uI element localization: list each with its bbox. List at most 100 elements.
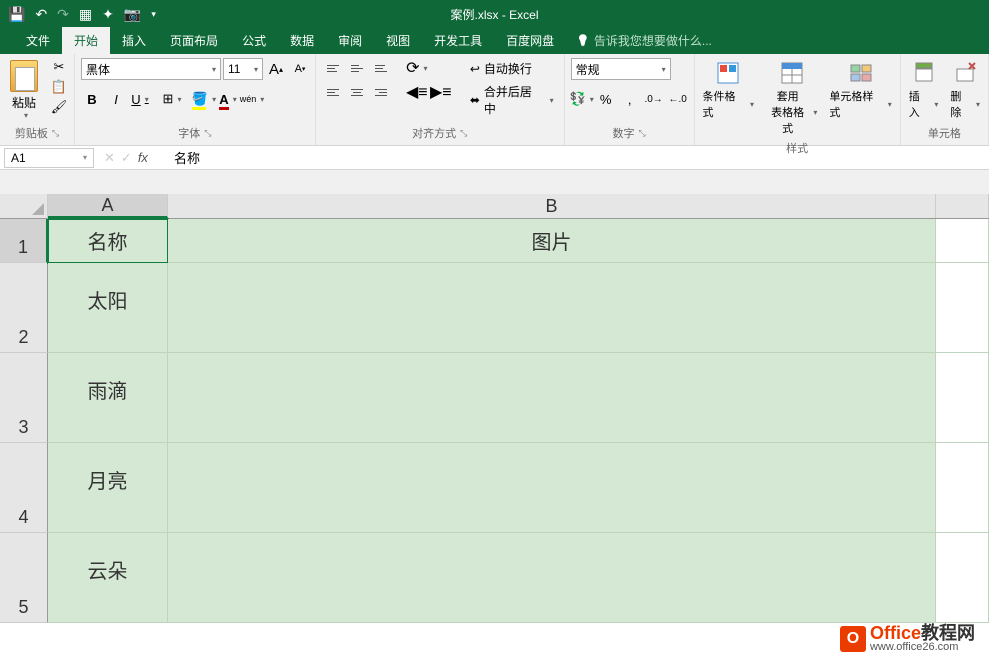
conditional-format-button[interactable]: 条件格式▾ <box>701 58 756 122</box>
increase-decimal-icon[interactable]: .0→ <box>643 88 665 110</box>
tab-view[interactable]: 视图 <box>374 27 422 54</box>
tab-formulas[interactable]: 公式 <box>230 27 278 54</box>
copy-icon[interactable]: 📋 <box>50 78 68 96</box>
name-box[interactable]: A1▾ <box>4 148 94 168</box>
cell-a3[interactable]: 雨滴 <box>48 353 168 443</box>
border-button[interactable]: ⊞▾ <box>161 88 183 110</box>
tab-insert[interactable]: 插入 <box>110 27 158 54</box>
align-middle-icon[interactable] <box>346 58 368 78</box>
qat-icon-1[interactable]: ▦ <box>79 6 92 23</box>
redo-icon[interactable]: ↷ <box>57 6 69 23</box>
align-top-icon[interactable] <box>322 58 344 78</box>
row-header-3[interactable]: 3 <box>0 353 48 443</box>
currency-icon[interactable]: 💱▾ <box>571 88 593 110</box>
select-all-button[interactable] <box>0 194 48 219</box>
bold-button[interactable]: B <box>81 88 103 110</box>
tab-baidu[interactable]: 百度网盘 <box>494 27 566 54</box>
align-left-icon[interactable] <box>322 82 344 102</box>
cell-b2[interactable] <box>168 263 936 353</box>
number-format-select[interactable]: 常规▾ <box>571 58 671 80</box>
cells-label: 单元格 <box>928 125 961 141</box>
font-label: 字体 <box>178 125 200 141</box>
launcher-icon[interactable]: ⤡ <box>52 128 59 139</box>
row-headers: 1 2 3 4 5 <box>0 219 48 623</box>
launcher-icon[interactable]: ⤡ <box>638 128 645 139</box>
merge-center-button[interactable]: ⬌合并后居中▾ <box>466 81 558 119</box>
office-logo-icon: O <box>840 626 866 652</box>
format-painter-icon[interactable]: 🖌 <box>50 98 68 116</box>
tell-me-box[interactable]: 告诉我您想要做什么... <box>566 27 722 54</box>
cell-b5[interactable] <box>168 533 936 623</box>
clipboard-label: 剪贴板 <box>15 125 48 141</box>
align-center-icon[interactable] <box>346 82 368 102</box>
align-right-icon[interactable] <box>370 82 392 102</box>
formula-input[interactable]: 名称 <box>166 148 989 167</box>
font-color-button[interactable]: A▾ <box>217 88 239 110</box>
cell-c1[interactable] <box>936 219 989 263</box>
wrap-text-button[interactable]: ↩自动换行 <box>466 58 558 79</box>
ribbon: 粘贴 ▾ ✂ 📋 🖌 剪贴板 ⤡ 黑体▾ 11▾ A▴ A▾ B I U▾ <box>0 54 989 146</box>
cell-a1[interactable]: 名称 <box>48 219 168 263</box>
insert-cells-button[interactable]: 插入▾ <box>907 58 941 122</box>
row-header-4[interactable]: 4 <box>0 443 48 533</box>
cells-area: 名称 图片 太阳 雨滴 月亮 云朵 <box>48 219 989 623</box>
camera-icon[interactable]: 📷 <box>124 6 141 23</box>
cell-c3[interactable] <box>936 353 989 443</box>
tab-page-layout[interactable]: 页面布局 <box>158 27 230 54</box>
font-name-select[interactable]: 黑体▾ <box>81 58 221 80</box>
cell-b4[interactable] <box>168 443 936 533</box>
increase-indent-icon[interactable]: ▶≡ <box>430 82 452 102</box>
cell-c4[interactable] <box>936 443 989 533</box>
fill-color-button[interactable]: 🪣▾ <box>193 88 215 110</box>
column-header-c[interactable] <box>936 194 989 218</box>
row-header-2[interactable]: 2 <box>0 263 48 353</box>
cell-a2[interactable]: 太阳 <box>48 263 168 353</box>
cell-a5[interactable]: 云朵 <box>48 533 168 623</box>
title-bar: 💾 ↶ ↷ ▦ ✦ 📷 ▾ 案例.xlsx - Excel <box>0 0 989 28</box>
watermark: O Office教程网 www.office26.com <box>840 624 975 653</box>
orientation-icon[interactable]: ⟳▾ <box>406 58 428 78</box>
conditional-format-icon <box>716 60 740 86</box>
italic-button[interactable]: I <box>105 88 127 110</box>
column-header-a[interactable]: A <box>48 194 168 218</box>
tab-developer[interactable]: 开发工具 <box>422 27 494 54</box>
fx-icon[interactable]: fx <box>138 150 156 166</box>
underline-button[interactable]: U▾ <box>129 88 151 110</box>
qat-icon-2[interactable]: ✦ <box>102 6 114 23</box>
decrease-indent-icon[interactable]: ◀≡ <box>406 82 428 102</box>
cell-styles-button[interactable]: 单元格样式▾ <box>827 58 893 122</box>
enter-icon[interactable]: ✓ <box>121 150 132 166</box>
cut-icon[interactable]: ✂ <box>50 58 68 76</box>
column-header-b[interactable]: B <box>168 194 936 218</box>
percent-icon[interactable]: % <box>595 88 617 110</box>
decrease-decimal-icon[interactable]: ←.0 <box>667 88 689 110</box>
row-header-1[interactable]: 1 <box>0 219 48 263</box>
tab-file[interactable]: 文件 <box>14 27 62 54</box>
increase-font-icon[interactable]: A▴ <box>265 58 287 80</box>
launcher-icon[interactable]: ⤡ <box>204 128 211 139</box>
cell-b3[interactable] <box>168 353 936 443</box>
paste-button[interactable]: 粘贴 ▾ <box>6 58 42 122</box>
cell-c5[interactable] <box>936 533 989 623</box>
qat-customize-icon[interactable]: ▾ <box>151 9 156 20</box>
undo-icon[interactable]: ↶ <box>35 6 47 23</box>
cell-c2[interactable] <box>936 263 989 353</box>
cell-a4[interactable]: 月亮 <box>48 443 168 533</box>
decrease-font-icon[interactable]: A▾ <box>289 58 311 80</box>
table-format-button[interactable]: 套用 表格格式▾ <box>764 58 819 138</box>
comma-icon[interactable]: , <box>619 88 641 110</box>
tab-data[interactable]: 数据 <box>278 27 326 54</box>
tab-review[interactable]: 审阅 <box>326 27 374 54</box>
tab-home[interactable]: 开始 <box>62 27 110 54</box>
align-bottom-icon[interactable] <box>370 58 392 78</box>
font-size-select[interactable]: 11▾ <box>223 58 263 80</box>
delete-cells-button[interactable]: 删除▾ <box>948 58 982 122</box>
quick-access-toolbar: 💾 ↶ ↷ ▦ ✦ 📷 ▾ <box>8 6 156 23</box>
phonetic-button[interactable]: wén▾ <box>241 88 263 110</box>
save-icon[interactable]: 💾 <box>8 6 25 23</box>
cancel-icon[interactable]: ✕ <box>104 150 115 166</box>
chevron-down-icon: ▾ <box>976 100 980 109</box>
row-header-5[interactable]: 5 <box>0 533 48 623</box>
cell-b1[interactable]: 图片 <box>168 219 936 263</box>
launcher-icon[interactable]: ⤡ <box>460 128 467 139</box>
